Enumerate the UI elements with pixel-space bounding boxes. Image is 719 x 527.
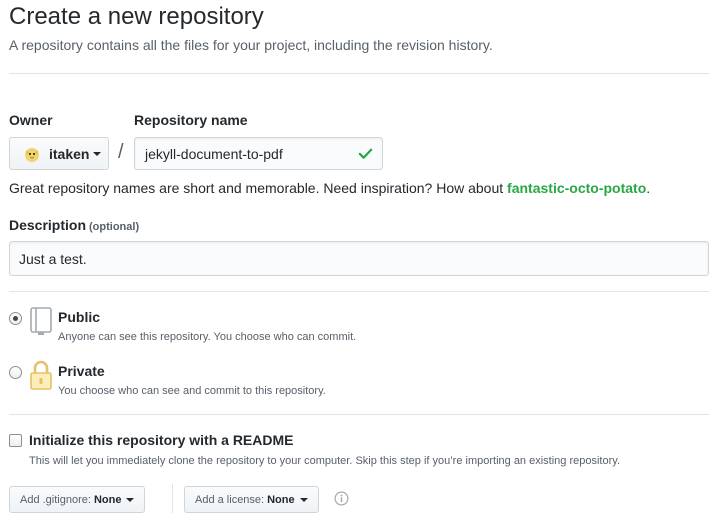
divider: [9, 291, 709, 292]
owner-name: itaken: [49, 145, 90, 162]
license-value: None: [267, 493, 295, 506]
page-subtitle: A repository contains all the files for …: [9, 37, 493, 53]
info-icon[interactable]: [334, 491, 349, 509]
owner-repo-separator: /: [118, 141, 124, 163]
gitignore-select-button[interactable]: Add .gitignore: None: [9, 486, 146, 513]
repo-book-icon: [28, 306, 54, 339]
vertical-divider: [172, 484, 173, 513]
public-radio[interactable]: [9, 312, 22, 325]
license-prefix: Add a license:: [195, 493, 265, 506]
private-title: Private: [58, 363, 105, 379]
init-readme-description: This will let you immediately clone the …: [29, 455, 620, 467]
name-hint-text: Great repository names are short and mem…: [9, 180, 508, 196]
public-description: Anyone can see this repository. You choo…: [58, 331, 357, 343]
optional-tag: (optional): [89, 221, 140, 233]
chevron-down-icon: [93, 151, 102, 156]
description-label: Description: [9, 217, 87, 233]
repository-name-value: jekyll-document-to-pdf: [145, 145, 283, 162]
avatar: [22, 144, 42, 164]
name-suggestion-link[interactable]: fantastic-octo-potato: [507, 180, 646, 196]
private-radio[interactable]: [9, 366, 22, 379]
chevron-down-icon: [299, 497, 308, 502]
repository-name-input[interactable]: jekyll-document-to-pdf: [134, 137, 383, 170]
lock-icon: [28, 359, 54, 394]
init-readme-checkbox[interactable]: [9, 434, 22, 447]
description-input[interactable]: Just a test.: [9, 241, 709, 276]
description-label-group: Description (optional): [9, 217, 139, 233]
public-title: Public: [58, 309, 101, 325]
gitignore-value: None: [93, 493, 122, 506]
name-hint: Great repository names are short and mem…: [9, 180, 650, 196]
divider: [9, 73, 709, 74]
owner-label: Owner: [9, 112, 53, 128]
check-icon: [358, 146, 373, 164]
init-readme-label[interactable]: Initialize this repository with a README: [29, 432, 293, 448]
license-select-button[interactable]: Add a license: None: [184, 486, 319, 513]
repository-name-label: Repository name: [134, 112, 248, 128]
name-hint-end: .: [646, 180, 651, 196]
page-title: Create a new repository: [9, 3, 264, 30]
chevron-down-icon: [126, 497, 135, 502]
private-description: You choose who can see and commit to thi…: [58, 385, 326, 397]
description-value: Just a test.: [19, 250, 87, 267]
divider: [9, 414, 709, 415]
owner-select-button[interactable]: itaken: [9, 137, 109, 170]
gitignore-prefix: Add .gitignore:: [20, 493, 91, 506]
